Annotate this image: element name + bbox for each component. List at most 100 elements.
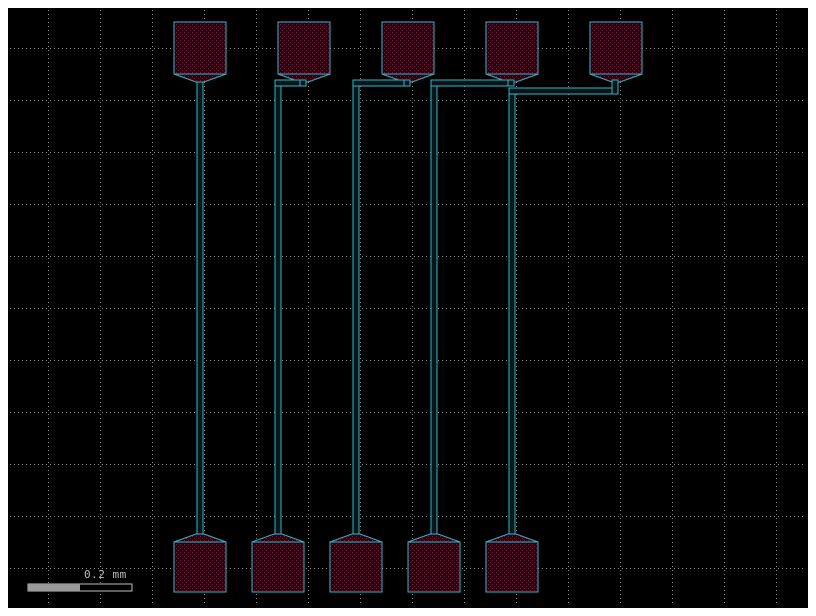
grid-dot — [152, 194, 153, 195]
grid-dot — [66, 360, 67, 361]
grid-dot — [568, 594, 569, 595]
grid-dot — [308, 546, 309, 547]
trace-5-vertical[interactable] — [508, 93, 516, 535]
grid-dot — [270, 256, 271, 257]
grid-dot — [502, 412, 503, 413]
trace-4-vertical[interactable] — [430, 85, 438, 535]
grid-dot — [526, 204, 527, 205]
grid-dot — [464, 122, 465, 123]
grid-dot — [776, 266, 777, 267]
trace-2-riser[interactable] — [299, 79, 307, 87]
grid-dot — [100, 210, 101, 211]
layout-canvas[interactable]: 0.2 mm — [8, 8, 808, 608]
grid-dot — [568, 38, 569, 39]
grid-dot — [516, 458, 517, 459]
grid-dot — [398, 568, 399, 569]
trace-3-vertical[interactable] — [352, 85, 360, 535]
grid-dot — [48, 130, 49, 131]
grid-dot — [610, 360, 611, 361]
top-pad[interactable] — [589, 21, 643, 83]
grid-dot — [186, 256, 187, 257]
grid-dot — [586, 204, 587, 205]
grid-dot — [620, 342, 621, 343]
trace-5-riser[interactable] — [611, 79, 619, 95]
grid-dot — [794, 152, 795, 153]
grid-dot — [350, 360, 351, 361]
grid-dot — [218, 152, 219, 153]
grid-dot — [490, 256, 491, 257]
grid-dot — [674, 204, 675, 205]
top-pad[interactable] — [173, 21, 227, 83]
trace-3-riser[interactable] — [403, 79, 411, 87]
trace-4-riser[interactable] — [507, 79, 515, 87]
grid-dot — [506, 308, 507, 309]
grid-dot — [100, 302, 101, 303]
top-pad[interactable] — [277, 21, 331, 83]
grid-dot — [152, 466, 153, 467]
grid-dot — [14, 360, 15, 361]
grid-dot — [672, 146, 673, 147]
grid-dot — [568, 26, 569, 27]
grid-dot — [790, 516, 791, 517]
grid-dot — [46, 568, 47, 569]
layout-drawing[interactable] — [8, 8, 808, 608]
grid-dot — [318, 568, 319, 569]
grid-dot — [310, 100, 311, 101]
bottom-pad[interactable] — [329, 533, 383, 593]
grid-dot — [702, 152, 703, 153]
grid-dot — [464, 366, 465, 367]
grid-dot — [724, 110, 725, 111]
grid-dot — [374, 204, 375, 205]
grid-dot — [282, 308, 283, 309]
trace-2-vertical[interactable] — [274, 85, 282, 535]
grid-dot — [568, 286, 569, 287]
top-pad[interactable] — [381, 21, 435, 83]
grid-dot — [256, 338, 257, 339]
grid-dot — [256, 222, 257, 223]
grid-dot — [100, 98, 101, 99]
grid-dot — [382, 412, 383, 413]
grid-dot — [308, 498, 309, 499]
grid-dot — [672, 414, 673, 415]
grid-dot — [46, 48, 47, 49]
bottom-pad[interactable] — [251, 533, 305, 593]
grid-dot — [464, 158, 465, 159]
grid-dot — [774, 568, 775, 569]
grid-dot — [454, 360, 455, 361]
grid-dot — [606, 256, 607, 257]
bottom-pad[interactable] — [407, 533, 461, 593]
trace-3-horizontal[interactable] — [352, 79, 411, 87]
trace-1-vertical[interactable] — [196, 81, 204, 535]
grid-dot — [222, 152, 223, 153]
grid-dot — [204, 202, 205, 203]
grid-dot — [34, 48, 35, 49]
grid-dot — [342, 152, 343, 153]
bottom-pad[interactable] — [173, 533, 227, 593]
grid-dot — [152, 174, 153, 175]
grid-dot — [412, 470, 413, 471]
grid-dot — [30, 464, 31, 465]
grid-dot — [246, 48, 247, 49]
grid-dot — [594, 100, 595, 101]
trace-5-horizontal[interactable] — [508, 87, 619, 95]
top-pad[interactable] — [485, 21, 539, 83]
grid-dot — [218, 100, 219, 101]
grid-dot — [66, 412, 67, 413]
grid-dot — [568, 190, 569, 191]
grid-dot — [256, 410, 257, 411]
grid-dot — [48, 530, 49, 531]
grid-dot — [626, 568, 627, 569]
grid-dot — [308, 214, 309, 215]
grid-dot — [100, 370, 101, 371]
grid-dot — [654, 152, 655, 153]
grid-dot — [218, 204, 219, 205]
bottom-pad[interactable] — [485, 533, 539, 593]
grid-dot — [672, 434, 673, 435]
grid-dot — [162, 568, 163, 569]
grid-dot — [494, 360, 495, 361]
grid-dot — [786, 464, 787, 465]
grid-dot — [146, 256, 147, 257]
trace-4-horizontal[interactable] — [430, 79, 515, 87]
grid-dot — [722, 568, 723, 569]
grid-dot — [672, 78, 673, 79]
